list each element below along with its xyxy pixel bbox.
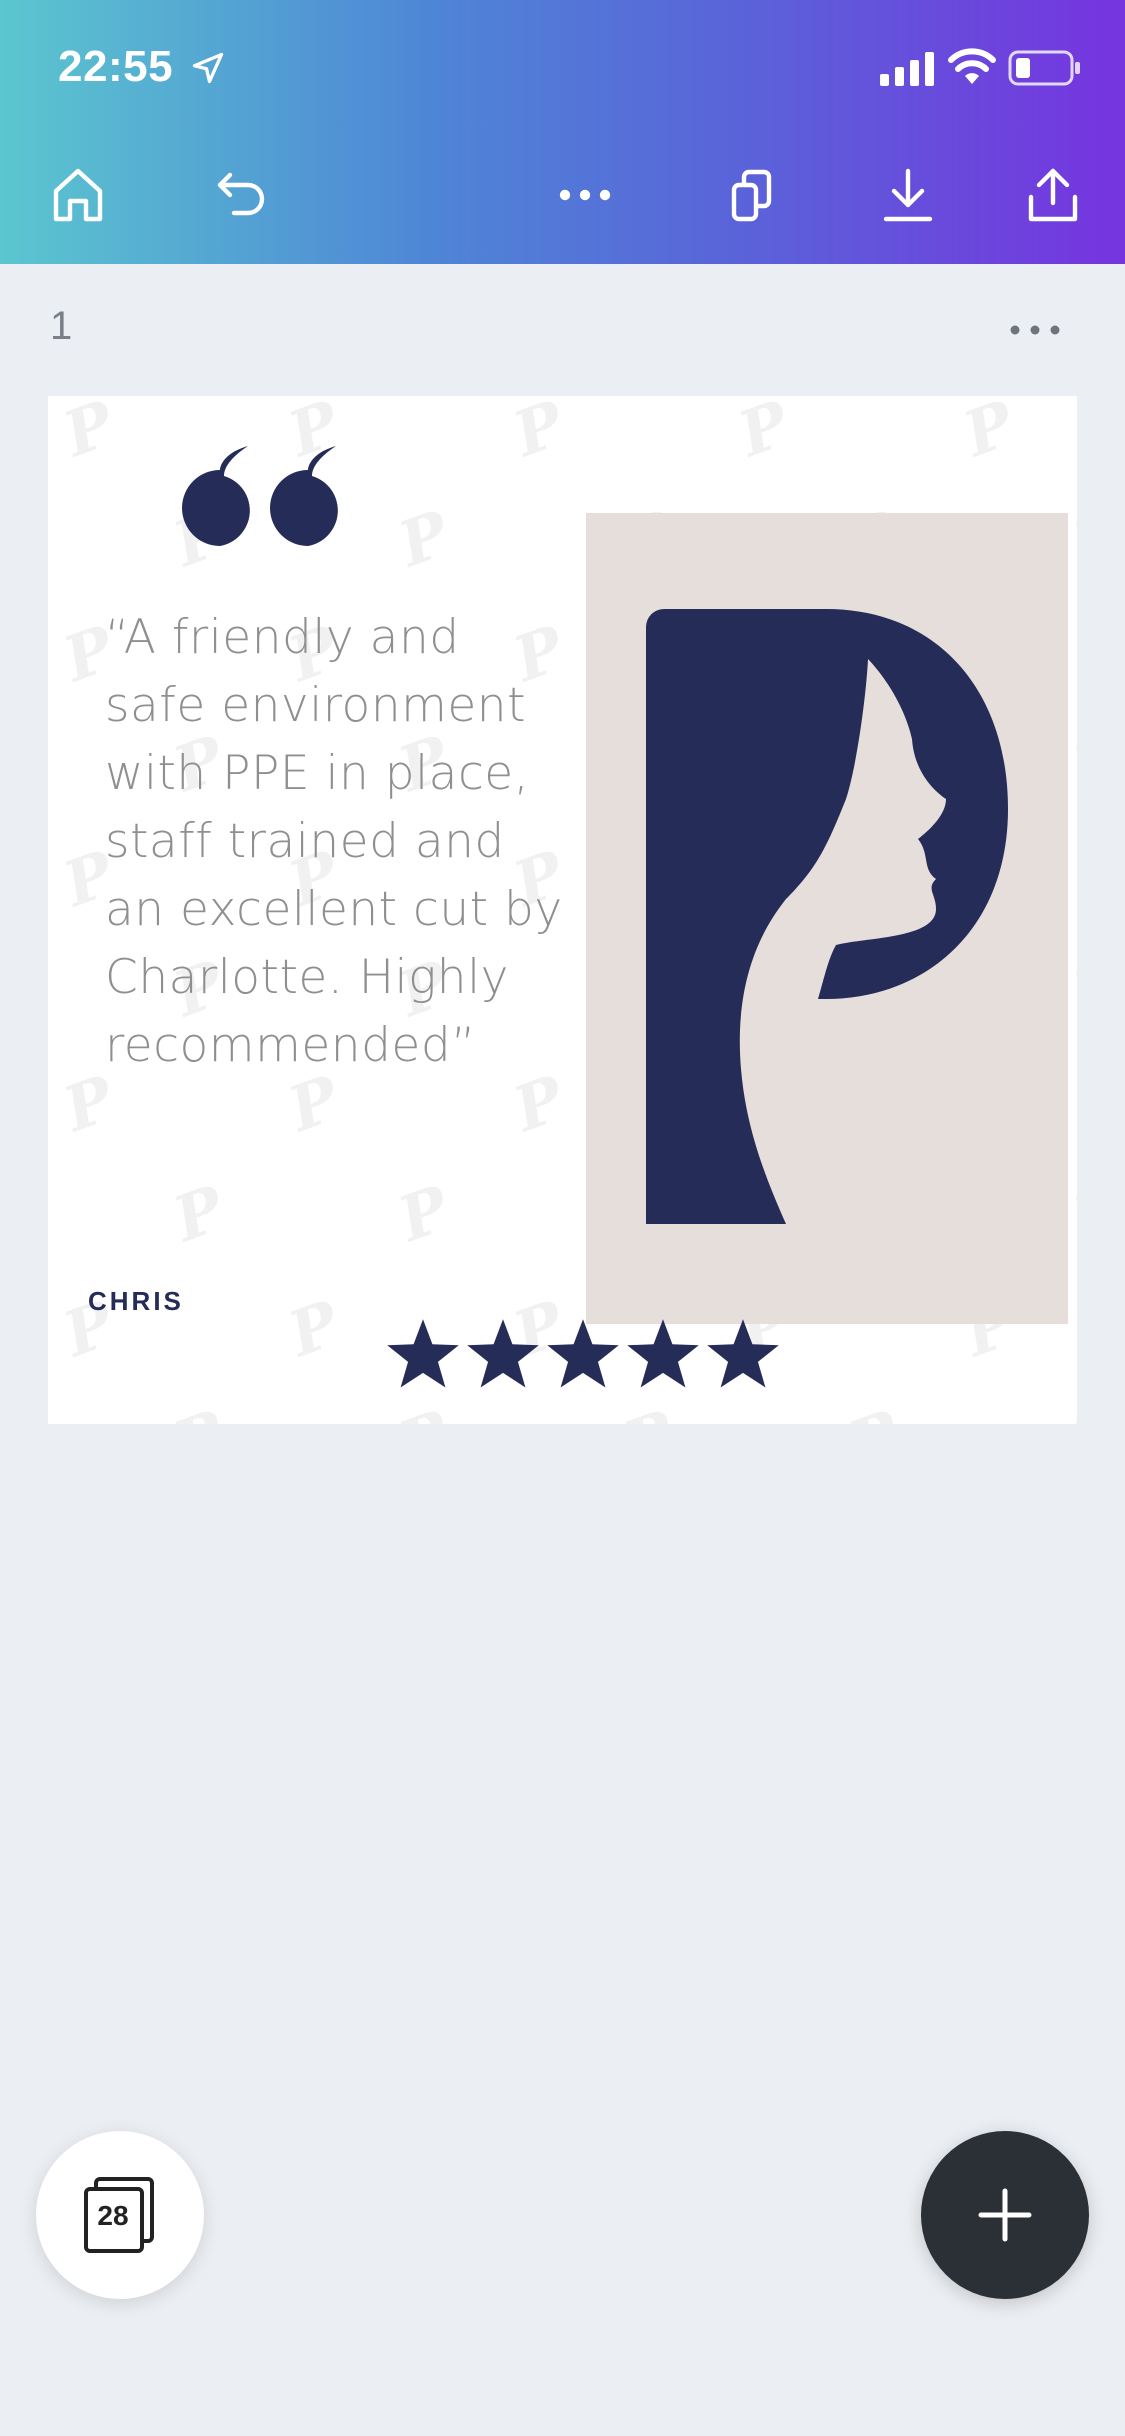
add-page-button[interactable]: [921, 2131, 1089, 2299]
more-horizontal-icon: [559, 189, 611, 201]
testimonial-quote[interactable]: “A friendly and safe environment with PP…: [105, 604, 575, 1080]
status-time: 22:55: [58, 42, 174, 91]
editor-toolbar: [0, 150, 1125, 240]
undo-button[interactable]: [197, 150, 287, 240]
star-icon: [547, 1319, 619, 1388]
star-rating: [384, 1316, 782, 1396]
location-arrow-icon: [192, 52, 224, 84]
undo-icon: [217, 172, 265, 216]
pages-overview-button[interactable]: 28: [36, 2131, 204, 2299]
battery-low-icon: [1008, 50, 1080, 86]
share-button[interactable]: [1008, 150, 1098, 240]
plus-icon: [978, 2188, 1032, 2242]
page-number: 1: [50, 304, 73, 348]
quote-mark-icon: [182, 446, 338, 546]
home-icon: [53, 168, 103, 222]
star-icon: [387, 1319, 459, 1388]
duplicate-button[interactable]: [707, 150, 797, 240]
page-options-button[interactable]: [1000, 300, 1070, 360]
download-icon: [883, 168, 933, 222]
cellular-signal-icon: [880, 52, 934, 86]
salon-logo: [646, 609, 1008, 1224]
home-button[interactable]: [33, 150, 123, 240]
status-bar: 22:55: [0, 0, 1125, 140]
star-icon: [627, 1319, 699, 1388]
pages-count: 28: [97, 2200, 129, 2231]
wifi-icon: [948, 48, 996, 84]
star-icon: [707, 1319, 779, 1388]
more-horizontal-icon: [1010, 325, 1060, 335]
download-button[interactable]: [863, 150, 953, 240]
more-options-button[interactable]: [540, 150, 630, 240]
testimonial-author[interactable]: CHRIS: [88, 1286, 184, 1317]
app-header: 22:55: [0, 0, 1125, 264]
star-icon: [467, 1319, 539, 1388]
duplicate-pages-icon: [731, 169, 772, 222]
design-canvas[interactable]: P P “A friendly and safe environment wit…: [48, 396, 1077, 1424]
logo-panel[interactable]: [586, 513, 1068, 1324]
share-icon: [1028, 168, 1078, 222]
